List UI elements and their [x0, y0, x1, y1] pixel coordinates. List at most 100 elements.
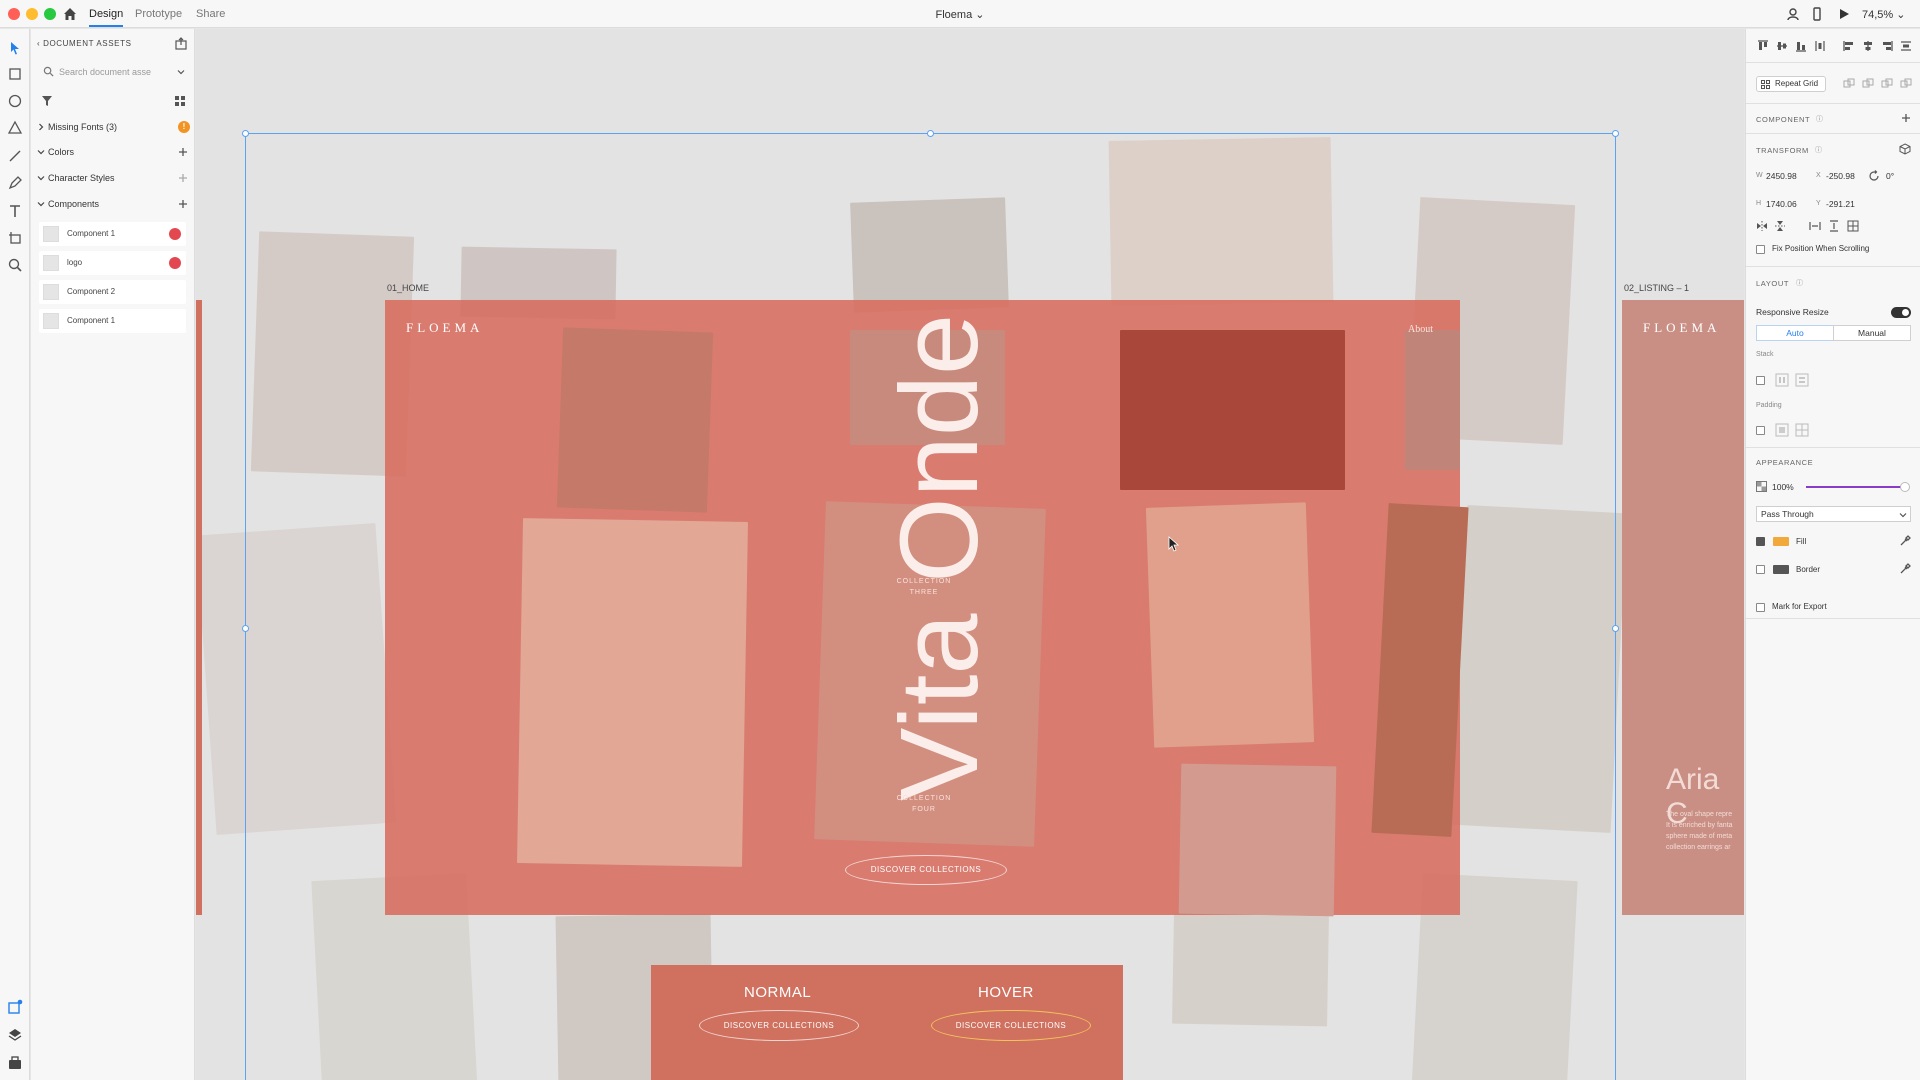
spacing-horizontal-icon[interactable]: [1809, 220, 1821, 232]
photo-card[interactable]: [1371, 503, 1469, 837]
listing-floema-logo[interactable]: FLOEMA: [1643, 320, 1720, 336]
hero-title[interactable]: Vita Onde: [876, 314, 1003, 801]
opacity-slider-knob[interactable]: [1900, 482, 1910, 492]
artboard-label-home[interactable]: 01_HOME: [387, 283, 429, 293]
resize-handle[interactable]: [927, 130, 934, 137]
resize-handle[interactable]: [1612, 625, 1619, 632]
add-component-icon[interactable]: [1901, 113, 1911, 123]
photo-card[interactable]: [1120, 330, 1345, 490]
boolean-intersect-icon[interactable]: [1881, 78, 1893, 90]
padding-uniform-icon[interactable]: [1775, 423, 1789, 437]
listing-body-text[interactable]: The oval shape repre It is enriched by f…: [1666, 809, 1744, 853]
align-center-icon[interactable]: [1861, 39, 1875, 53]
auto-segment[interactable]: Auto: [1756, 325, 1834, 341]
y-field[interactable]: -291.21: [1826, 199, 1855, 209]
fill-color-swatch[interactable]: [1773, 537, 1789, 546]
background-photo[interactable]: [196, 523, 397, 835]
border-checkbox[interactable]: [1756, 565, 1765, 574]
mobile-preview-icon[interactable]: [1809, 6, 1825, 22]
padding-individual-icon[interactable]: [1795, 423, 1809, 437]
align-top-icon[interactable]: [1756, 39, 1770, 53]
background-photo[interactable]: [850, 197, 1009, 313]
photo-card[interactable]: [556, 327, 714, 513]
blend-mode-select[interactable]: Pass Through: [1756, 506, 1911, 522]
filter-icon[interactable]: [41, 95, 53, 107]
colors-section[interactable]: Colors: [37, 145, 187, 161]
align-right-icon[interactable]: [1880, 39, 1894, 53]
ellipse-tool-icon[interactable]: [6, 92, 24, 110]
fill-checkbox[interactable]: [1756, 537, 1765, 546]
collection-four-label[interactable]: COLLECTION FOUR: [884, 793, 964, 815]
stack-checkbox[interactable]: [1756, 376, 1765, 385]
repeat-grid-button[interactable]: Repeat Grid: [1756, 76, 1826, 92]
document-title[interactable]: Floema ⌄: [0, 8, 1920, 21]
component-item[interactable]: Component 1: [39, 309, 186, 333]
user-icon[interactable]: [1785, 6, 1801, 22]
boolean-exclude-icon[interactable]: [1900, 78, 1912, 90]
character-styles-section[interactable]: Character Styles: [37, 171, 187, 187]
info-icon[interactable]: ⓘ: [1796, 278, 1803, 288]
normal-state-title[interactable]: NORMAL: [744, 984, 811, 1001]
artboard-tool-icon[interactable]: [6, 229, 24, 247]
flip-vertical-icon[interactable]: [1774, 220, 1786, 232]
assets-icon[interactable]: [7, 1055, 23, 1071]
design-canvas[interactable]: 01_HOME 02_LISTING – 1 FLOEMA About Vita…: [196, 29, 1744, 1080]
opacity-value[interactable]: 100%: [1772, 482, 1794, 492]
listing-artboard[interactable]: FLOEMA Aria C The oval shape repre It is…: [1622, 300, 1744, 915]
fix-position-checkbox[interactable]: [1756, 245, 1765, 254]
zoom-level[interactable]: 74,5% ⌄: [1862, 8, 1905, 21]
distribute-vertical-icon[interactable]: [1899, 39, 1913, 53]
previous-artboard-edge[interactable]: [196, 300, 202, 915]
opacity-slider-track[interactable]: [1806, 482, 1910, 492]
spacing-vertical-icon[interactable]: [1828, 220, 1840, 232]
photo-card[interactable]: [517, 518, 748, 867]
button-states-artboard[interactable]: NORMAL HOVER DISCOVER COLLECTIONS DISCOV…: [651, 965, 1123, 1080]
pen-tool-icon[interactable]: [6, 174, 24, 192]
add-component-icon[interactable]: [178, 199, 188, 209]
chevron-down-icon[interactable]: [177, 68, 185, 76]
hover-state-button[interactable]: DISCOVER COLLECTIONS: [931, 1010, 1091, 1041]
component-item[interactable]: Component 2: [39, 280, 186, 304]
resize-handle[interactable]: [242, 625, 249, 632]
zoom-tool-icon[interactable]: [6, 256, 24, 274]
photo-card[interactable]: [1178, 763, 1337, 917]
photo-card[interactable]: [1405, 330, 1460, 470]
add-color-icon[interactable]: [178, 147, 188, 157]
responsive-resize-toggle[interactable]: [1891, 307, 1911, 318]
hover-state-title[interactable]: HOVER: [978, 984, 1034, 1001]
text-tool-icon[interactable]: [6, 202, 24, 220]
layers-icon[interactable]: [7, 1027, 23, 1043]
components-section[interactable]: Components: [37, 197, 187, 213]
boolean-add-icon[interactable]: [1843, 78, 1855, 90]
component-item[interactable]: Component 1: [39, 222, 186, 246]
assets-panel-header[interactable]: ‹ DOCUMENT ASSETS: [37, 39, 132, 48]
eyedropper-icon[interactable]: [1899, 563, 1911, 575]
play-preview-icon[interactable]: [1836, 6, 1852, 22]
grid-view-icon[interactable]: [174, 95, 186, 107]
add-character-style-icon[interactable]: [178, 173, 188, 183]
rectangle-tool-icon[interactable]: [6, 65, 24, 83]
3d-transform-icon[interactable]: [1899, 143, 1911, 155]
resize-handle[interactable]: [242, 130, 249, 137]
rotation-field[interactable]: 0°: [1886, 171, 1894, 181]
plugins-icon[interactable]: [7, 999, 23, 1015]
missing-fonts-section[interactable]: Missing Fonts (3) !: [37, 120, 190, 136]
artboard-label-listing[interactable]: 02_LISTING – 1: [1624, 283, 1689, 293]
background-photo[interactable]: [1450, 505, 1628, 833]
background-photo[interactable]: [1172, 913, 1329, 1027]
boolean-subtract-icon[interactable]: [1862, 78, 1874, 90]
eyedropper-icon[interactable]: [1899, 535, 1911, 547]
width-field[interactable]: 2450.98: [1766, 171, 1797, 181]
background-photo[interactable]: [1108, 137, 1334, 306]
search-input[interactable]: [37, 62, 187, 82]
line-tool-icon[interactable]: [6, 147, 24, 165]
component-item[interactable]: logo: [39, 251, 186, 275]
mark-for-export-checkbox[interactable]: [1756, 603, 1765, 612]
triangle-tool-icon[interactable]: [6, 119, 24, 137]
about-link[interactable]: About: [1408, 324, 1433, 335]
grid-layout-icon[interactable]: [1847, 220, 1859, 232]
home-artboard[interactable]: FLOEMA About Vita Onde COLLECTION THREE …: [385, 300, 1469, 917]
stack-horizontal-icon[interactable]: [1795, 373, 1809, 387]
flip-horizontal-icon[interactable]: [1756, 220, 1768, 232]
discover-collections-button[interactable]: DISCOVER COLLECTIONS: [845, 855, 1007, 885]
